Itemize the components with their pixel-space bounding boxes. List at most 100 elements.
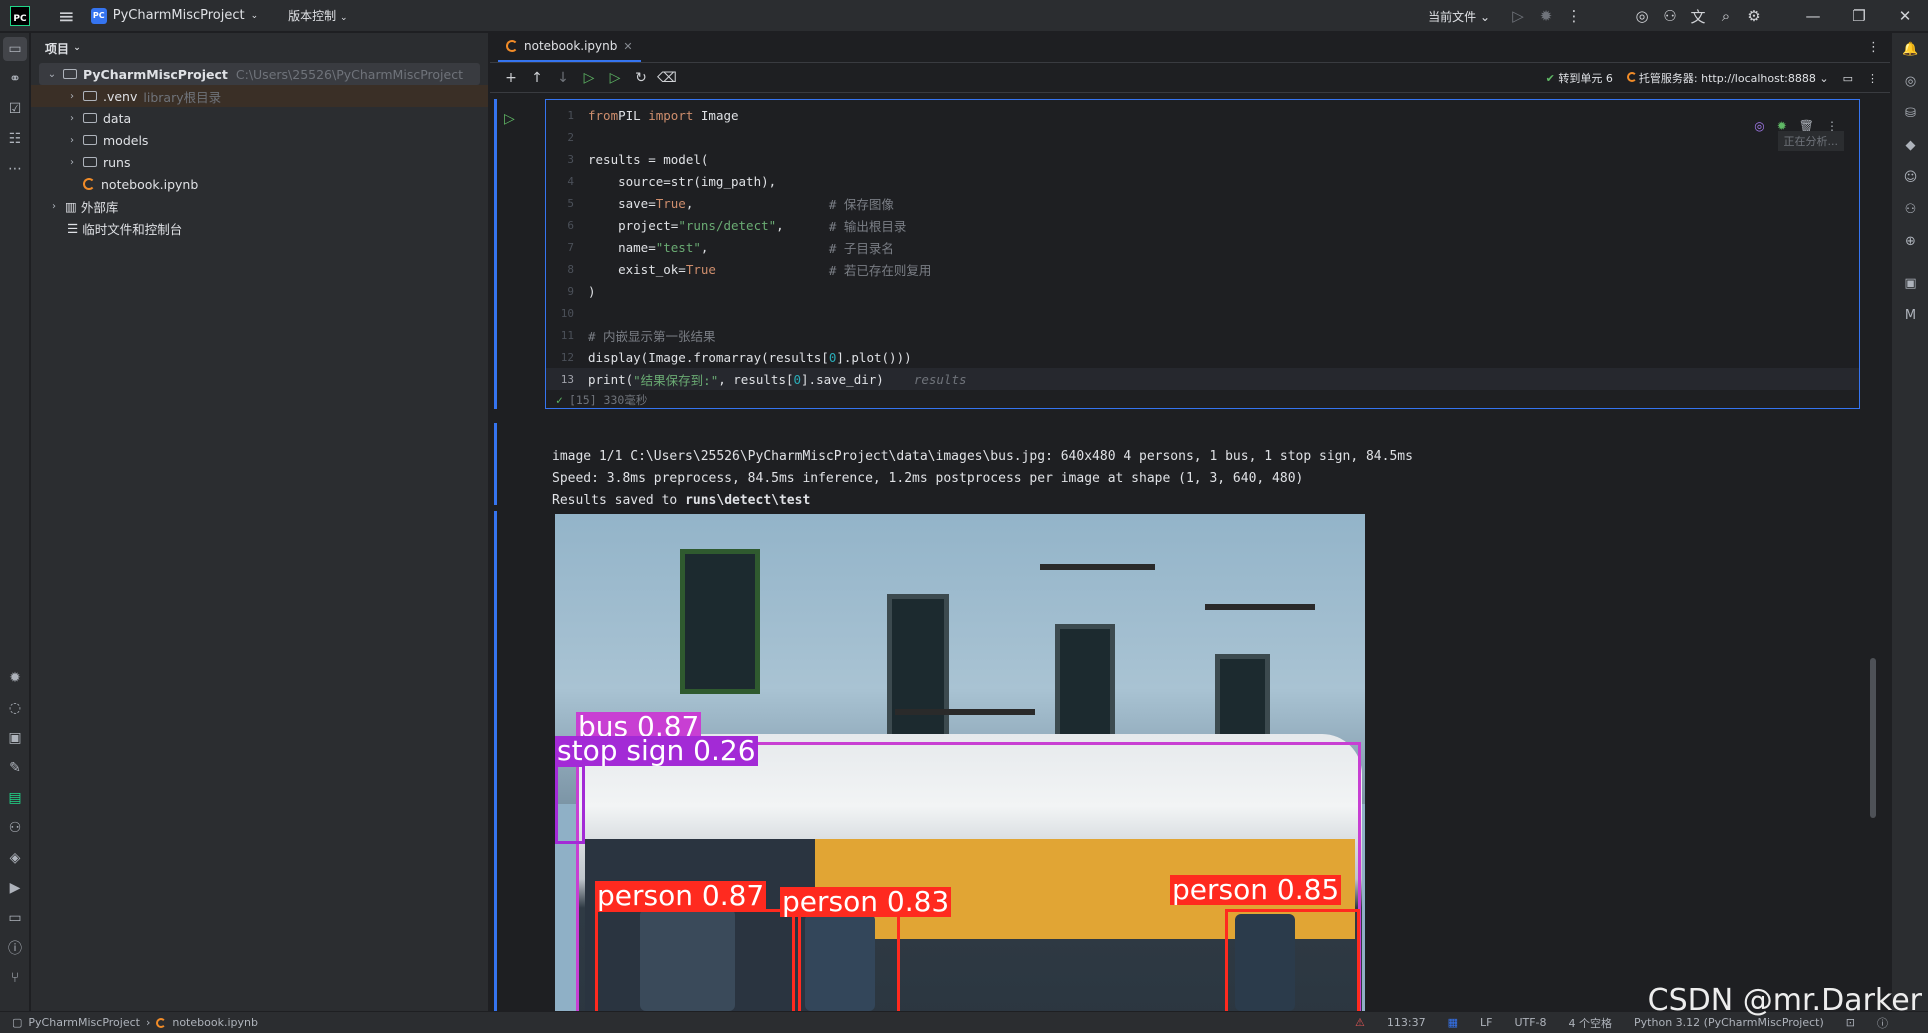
copilot-icon[interactable]: ☺ [1892, 161, 1928, 193]
commit-icon[interactable]: ☑ [0, 94, 30, 124]
person-bbox [798, 914, 900, 1011]
problems-icon[interactable]: ⓘ [0, 933, 30, 963]
more-icon[interactable]: ⋮ [1560, 7, 1588, 25]
run-tool-icon[interactable]: ▶ [0, 873, 30, 903]
teamcity-icon[interactable]: ▤ [0, 783, 30, 813]
more-tabs-icon[interactable]: ⋮ [1867, 40, 1880, 55]
caret-position[interactable]: 113:37 [1387, 1016, 1426, 1029]
power-save-icon[interactable]: ⚠ [1355, 1016, 1365, 1029]
line-number: 3 [567, 152, 574, 166]
code-line[interactable]: 10 [546, 302, 588, 324]
markdown-icon[interactable]: M [1892, 299, 1928, 331]
breadcrumb-project[interactable]: PyCharmMiscProject [28, 1016, 140, 1029]
translate-panel-icon[interactable]: ▣ [1892, 267, 1928, 299]
endpoints-icon[interactable]: ⊕ [1892, 225, 1928, 257]
project-panel-header[interactable]: 项目 ⌄ [31, 33, 488, 63]
breadcrumb-file[interactable]: notebook.ipynb [172, 1016, 258, 1029]
code-line[interactable]: 2 [546, 126, 588, 148]
move-up-icon[interactable]: ↑ [524, 70, 550, 86]
debug-tool-icon[interactable]: ✹ [0, 663, 30, 693]
run-cell-gutter-icon[interactable]: ▷ [504, 111, 515, 127]
vertical-scrollbar[interactable] [1870, 658, 1876, 818]
settings-gear-icon[interactable]: ⚙ [1740, 7, 1768, 25]
person-bbox [595, 909, 795, 1011]
add-cell-icon[interactable]: + [498, 70, 524, 86]
line-separator[interactable]: LF [1480, 1016, 1492, 1029]
folder-icon [63, 69, 77, 79]
code-token: Image [693, 107, 739, 123]
add-user-icon[interactable]: ⚇ [1656, 7, 1684, 25]
code-line[interactable]: 8 exist_ok= True # 若已存在则复用 [546, 258, 931, 280]
python-packages-icon[interactable]: ⚭ [0, 64, 30, 94]
code-line[interactable]: 9) [546, 280, 595, 302]
editor-tabs: notebook.ipynb ✕ ⋮ [490, 33, 1890, 63]
run-config-selector[interactable]: 当前文件 ⌄ [1428, 8, 1490, 25]
tree-root[interactable]: ⌄ PyCharmMiscProject C:\Users\25526\PyCh… [39, 63, 480, 85]
run-cell-icon[interactable]: ▷ [576, 70, 602, 86]
tree-item-scratches[interactable]: ☰ 临时文件和控制台 [31, 217, 488, 239]
ai-assistant-icon[interactable]: ◎ [1892, 65, 1928, 97]
python-console-icon[interactable]: ⚇ [0, 813, 30, 843]
restart-kernel-icon[interactable]: ↻ [628, 70, 654, 86]
jupyter-vars-icon[interactable]: ⚇ [1892, 193, 1928, 225]
code-line[interactable]: 5 save= True, # 保存图像 [546, 192, 894, 214]
tree-item-external-libs[interactable]: › ▥ 外部库 [31, 195, 488, 217]
jupyter-icon [83, 178, 95, 190]
tree-item-models[interactable]: › models [31, 129, 488, 151]
run-icon[interactable]: ▷ [1504, 7, 1532, 25]
terminal-tool-icon[interactable]: ▣ [0, 723, 30, 753]
tree-item-runs[interactable]: › runs [31, 151, 488, 173]
tree-item-data[interactable]: › data [31, 107, 488, 129]
clear-outputs-icon[interactable]: ⌫ [654, 70, 680, 86]
code-line[interactable]: 1 from PIL import Image [546, 104, 739, 126]
code-line[interactable]: 3 results = model( [546, 148, 708, 170]
ai-assistant-icon[interactable]: ◎ [1628, 7, 1656, 25]
debug-icon[interactable]: ✹ [1532, 7, 1560, 25]
tab-notebook[interactable]: notebook.ipynb ✕ [498, 32, 641, 62]
close-icon[interactable]: ✕ [1882, 7, 1928, 25]
vcs-menu[interactable]: 版本控制 ⌄ [288, 7, 347, 24]
translate-icon[interactable]: 文 [1684, 6, 1712, 27]
git-icon[interactable]: ⑂ [0, 963, 30, 993]
code-token: True [685, 261, 716, 277]
more-tools-icon[interactable]: ⋯ [0, 154, 30, 184]
chevron-right-icon: › [145, 1016, 151, 1029]
indent-setting[interactable]: 4 个空格 [1569, 1015, 1613, 1031]
code-cell[interactable]: 1 from PIL import Image 2 3 results = model(4… [545, 99, 1860, 409]
line-number: 7 [567, 240, 574, 254]
minimize-icon[interactable]: — [1790, 7, 1836, 25]
goto-cell[interactable]: ✔ 转到单元 6 [1546, 70, 1613, 86]
file-encoding[interactable]: UTF-8 [1514, 1016, 1546, 1029]
layers-icon[interactable]: ◈ [0, 843, 30, 873]
main-menu-icon[interactable]: ≡ [58, 6, 75, 26]
inline-hint: results [913, 371, 967, 387]
search-icon[interactable]: ⌕ [1712, 7, 1740, 25]
restore-icon[interactable]: ❐ [1836, 7, 1882, 25]
code-line[interactable]: 12 display(Image.fromarray(results[0].plo… [546, 346, 912, 368]
move-down-icon[interactable]: ↓ [550, 70, 576, 86]
notifications-icon[interactable]: 🔔 [1892, 33, 1928, 65]
code-line[interactable]: 4 source=str(img_path), [546, 170, 776, 192]
tree-item-venv[interactable]: › .venv library根目录 [31, 85, 488, 107]
close-tab-icon[interactable]: ✕ [623, 40, 632, 53]
structure-icon[interactable]: ☷ [0, 124, 30, 154]
code-line[interactable]: 13 print("结果保存到:", results[0].save_dir) re… [546, 368, 1859, 390]
code-token: , [776, 217, 829, 233]
tree-item-notebook[interactable]: notebook.ipynb [31, 173, 488, 195]
server-selector[interactable]: 托管服务器: http://localhost:8888 ⌄ [1626, 70, 1829, 86]
code-line[interactable]: 11 # 内嵌显示第一张结果 [546, 324, 716, 346]
database-icon[interactable]: ⛁ [1892, 97, 1928, 129]
code-line[interactable]: 6 project= "runs/detect", # 输出根目录 [546, 214, 906, 236]
chevron-right-icon: › [52, 200, 56, 212]
services-icon[interactable]: ◌ [0, 693, 30, 723]
terminal-icon[interactable]: ▭ [1843, 72, 1853, 85]
project-switcher[interactable]: PC PyCharmMiscProject ⌄ [90, 7, 258, 24]
code-line[interactable]: 7 name= "test", # 子目录名 [546, 236, 894, 258]
tools-icon[interactable]: ✎ [0, 753, 30, 783]
project-folder-icon[interactable]: ▭ [3, 37, 27, 61]
plugins-icon[interactable]: ◆ [1892, 129, 1928, 161]
more-icon[interactable]: ⋮ [1867, 72, 1878, 85]
ai-icon[interactable]: ◎ [1754, 119, 1764, 133]
terminal-icon[interactable]: ▭ [0, 903, 30, 933]
run-all-icon[interactable]: ▷ [602, 70, 628, 86]
